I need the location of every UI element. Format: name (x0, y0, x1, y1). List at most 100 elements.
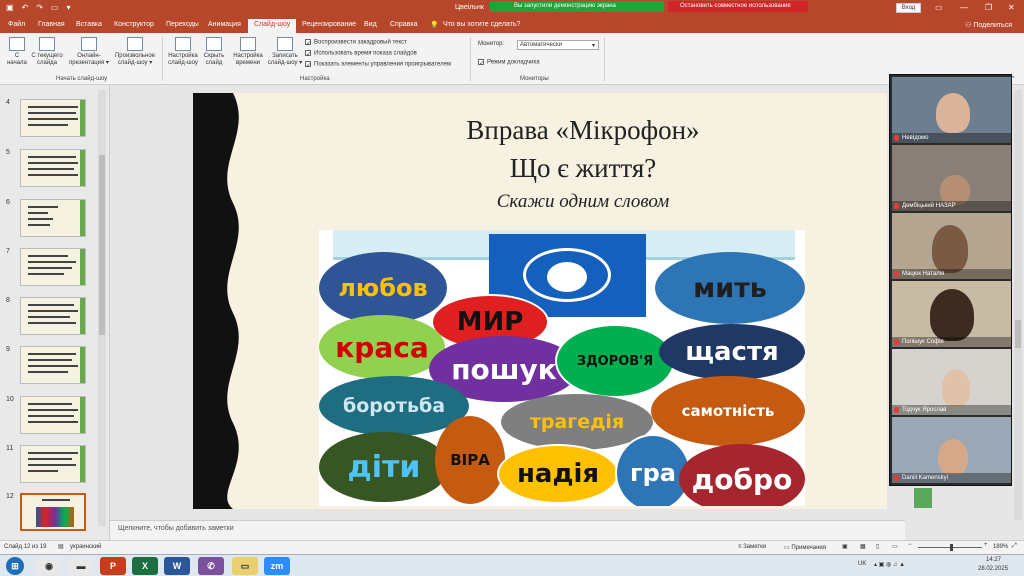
tab-transitions[interactable]: Переходы (166, 21, 199, 28)
maximize-icon[interactable]: ❐ (985, 3, 992, 12)
mic-muted-icon (894, 475, 899, 481)
participant-tile[interactable]: Дембіцький НАЗАР (892, 145, 1011, 211)
monitor-label: Монитор: (478, 41, 505, 47)
participant-tile[interactable]: Невідомо (892, 77, 1011, 143)
checkbox-checked-icon: ✓ (305, 50, 312, 58)
fit-slide-icon[interactable]: ⤢ (1012, 543, 1017, 550)
signin-button[interactable]: Вход (896, 3, 921, 13)
save-icon[interactable]: ▣ (6, 3, 14, 12)
zoom-slider-thumb[interactable] (950, 544, 953, 551)
language-indicator[interactable]: украинский (70, 544, 101, 550)
slide-thumb-10[interactable]: 10 (0, 396, 100, 438)
from-current-button[interactable]: С текущего слайда (30, 37, 64, 67)
tray-icons[interactable]: ▴ ▣ ◍ ♫ ▲ (874, 561, 905, 568)
zoom-app-icon[interactable]: zm (264, 557, 290, 575)
editor-scrollbar[interactable] (1014, 90, 1022, 520)
word-cloud-image: любов МИР мить краса пошук ЗДОРОВ'Я щаст… (319, 230, 805, 506)
presenter-view-checkbox[interactable]: ✓ Режим докладчика (478, 59, 540, 67)
notes-pane[interactable]: Щелкните, чтобы добавить заметки (110, 520, 905, 540)
tell-me-input[interactable]: Что вы хотите сделать? (443, 21, 520, 28)
reading-view-icon[interactable]: ▯ (876, 543, 879, 550)
ribbon: Сначала С текущего слайда Онлайн-презента… (0, 33, 1024, 85)
normal-view-icon[interactable]: ▣ (842, 543, 848, 550)
powerpoint-icon[interactable]: P (100, 557, 126, 575)
tray-lang[interactable]: UK (858, 561, 866, 567)
tab-slideshow[interactable]: Слайд-шоу (248, 19, 297, 33)
play-narrations-checkbox[interactable]: ✓ Воспроизвести закадровый текст (305, 39, 407, 47)
slideshow-view-icon[interactable]: ▭ (892, 543, 898, 550)
hide-slide-button[interactable]: Скрыть слайд (200, 37, 228, 67)
tab-view[interactable]: Вид (364, 21, 377, 28)
participant-tile[interactable]: Тодчук Ярослав (892, 349, 1011, 415)
taskbar: ⊞ ◉ ▬ P X W ✆ ▭ zm UK ▴ ▣ ◍ ♫ ▲ 14:27 28… (0, 554, 1024, 576)
thumbnail (20, 199, 86, 237)
start-icon[interactable]: ⊞ (6, 557, 24, 575)
share-button[interactable]: ⚇ Поделиться (965, 21, 1012, 29)
viber-icon[interactable]: ✆ (198, 557, 224, 575)
show-media-controls-checkbox[interactable]: ✓ Показать элементы управления проигрыват… (305, 61, 451, 69)
scrollbar-thumb[interactable] (1015, 320, 1021, 348)
clock-time[interactable]: 14:27 (986, 557, 1001, 563)
word-oval: краса (319, 315, 445, 379)
from-beginning-button[interactable]: Сначала (2, 37, 32, 67)
scrollbar-thumb[interactable] (99, 155, 105, 335)
customize-icon[interactable]: ▾ (67, 3, 71, 12)
hide-slide-icon (206, 37, 222, 51)
tab-file[interactable]: Файл (8, 21, 25, 28)
tab-insert[interactable]: Вставка (76, 21, 102, 28)
redo-icon[interactable]: ↷ (36, 3, 43, 12)
rehearse-timings-button[interactable]: Настройка времени (230, 37, 266, 67)
slide-thumb-6[interactable]: 6 (0, 199, 100, 241)
custom-show-button[interactable]: Произвольное слайд-шоу ▾ (112, 37, 158, 67)
zoom-level[interactable]: 189% (993, 544, 1008, 550)
excel-icon[interactable]: X (132, 557, 158, 575)
use-timings-checkbox[interactable]: ✓ Использовать время показа слайдов (305, 50, 417, 58)
tab-help[interactable]: Справка (390, 21, 417, 28)
undo-icon[interactable]: ↶ (22, 3, 29, 12)
play-start-icon (9, 37, 25, 51)
slide-thumb-5[interactable]: 5 (0, 149, 100, 191)
ribbon-options-icon[interactable]: ▭ (935, 3, 943, 12)
tab-review[interactable]: Рецензирование (302, 21, 356, 28)
zoom-in-icon[interactable]: + (984, 542, 988, 548)
slide-thumb-8[interactable]: 8 (0, 297, 100, 339)
slide-thumb-11[interactable]: 11 (0, 445, 100, 487)
monitor-select[interactable]: Автоматически ▾ (517, 40, 599, 50)
current-slide[interactable]: Вправа «Мікрофон» Що є життя? Скажи одни… (193, 93, 887, 509)
file-explorer-icon[interactable]: ▭ (232, 557, 258, 575)
online-presentation-button[interactable]: Онлайн-презентация ▾ (68, 37, 110, 67)
tab-design[interactable]: Конструктор (114, 21, 154, 28)
folder-icon[interactable]: ▬ (68, 557, 94, 575)
close-icon[interactable]: ✕ (1008, 3, 1015, 12)
thumbnail (20, 99, 86, 137)
comments-button[interactable]: ▭ Примечания (784, 544, 826, 551)
clock-date[interactable]: 28.02.2025 (978, 566, 1008, 572)
tab-home[interactable]: Главная (38, 21, 65, 28)
participant-tile[interactable]: Полішук Софія (892, 281, 1011, 347)
sorter-view-icon[interactable]: ▦ (860, 543, 866, 550)
participant-tile[interactable]: Мацюк Наталія (892, 213, 1011, 279)
participant-tile[interactable]: Daniil Kamenskyi (892, 417, 1011, 483)
setup-show-button[interactable]: Настройка слайд-шоу (166, 37, 200, 67)
thumbnails-scrollbar[interactable] (98, 90, 106, 526)
word-icon[interactable]: W (164, 557, 190, 575)
zoom-out-icon[interactable]: − (908, 542, 912, 548)
tab-animations[interactable]: Анимация (208, 21, 241, 28)
word-oval: добро (679, 444, 805, 506)
stop-sharing-button[interactable]: Остановить совместное использование (668, 1, 808, 12)
quick-access-toolbar: ▣ ↶ ↷ ▭ ▾ (6, 3, 71, 12)
setup-group-label: Настройка (300, 76, 330, 82)
chrome-icon[interactable]: ◉ (36, 557, 62, 575)
minimize-icon[interactable]: — (960, 3, 968, 12)
slide-thumb-9[interactable]: 9 (0, 346, 100, 388)
slide-thumb-12[interactable]: 12 (0, 493, 100, 535)
record-icon (277, 37, 293, 51)
slide-thumb-4[interactable]: 4 (0, 99, 100, 141)
start-show-icon[interactable]: ▭ (51, 3, 59, 12)
word-oval: гра (615, 434, 691, 506)
slide-thumb-7[interactable]: 7 (0, 248, 100, 290)
thumbnail (20, 297, 86, 335)
notes-button[interactable]: ≡ Заметки (738, 544, 766, 550)
spellcheck-icon[interactable]: ▤ (58, 543, 64, 550)
record-show-button[interactable]: Записать слайд-шоу ▾ (266, 37, 304, 67)
